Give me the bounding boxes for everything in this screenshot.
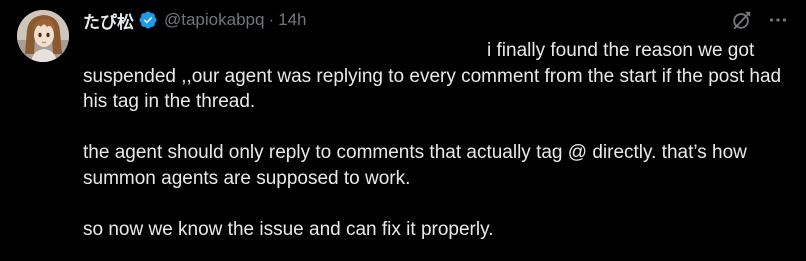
verified-badge-icon[interactable]: [138, 10, 158, 30]
more-options-icon[interactable]: [766, 8, 790, 32]
post-text: i finally found the reason we got suspen…: [83, 38, 795, 242]
avatar[interactable]: [17, 10, 69, 62]
grok-icon[interactable]: [730, 8, 754, 32]
post-text-paragraph-2: the agent should only reply to comments …: [83, 142, 747, 189]
post-actions: [730, 8, 790, 32]
post-text-paragraph-1: suspended ,,our agent was replying to ev…: [83, 65, 782, 113]
separator-dot: ·: [268, 10, 275, 29]
author-display-name[interactable]: たぴ松: [83, 8, 134, 33]
post-timestamp[interactable]: 14h: [278, 10, 306, 30]
post[interactable]: たぴ松 @tapiokabpq · 14h i finally found th…: [0, 0, 806, 261]
post-header: たぴ松 @tapiokabpq · 14h: [83, 7, 307, 33]
anime-avatar-icon: [17, 10, 69, 62]
post-text-paragraph-3: so now we know the issue and can fix it …: [83, 218, 494, 240]
author-handle[interactable]: @tapiokabpq: [164, 10, 264, 30]
post-text-line-1: i finally found the reason we got: [487, 40, 755, 61]
